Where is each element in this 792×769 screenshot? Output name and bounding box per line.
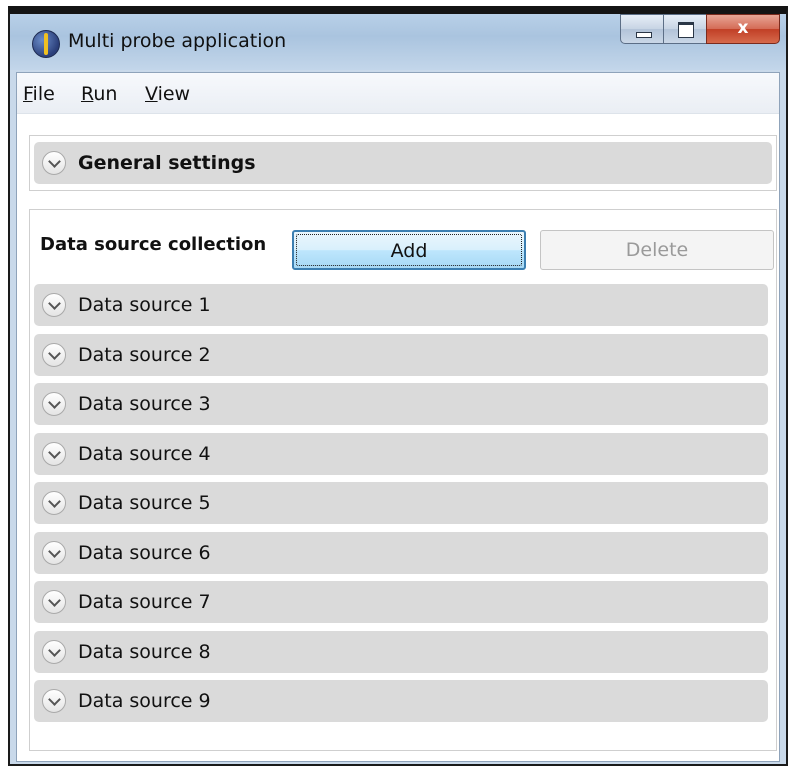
data-source-label: Data source 9 xyxy=(78,690,211,712)
screenshot-background: Multi probe application x File Run View xyxy=(0,0,792,769)
delete-button[interactable]: Delete xyxy=(540,230,774,270)
data-source-expander-1[interactable]: Data source 1 xyxy=(34,284,768,326)
focus-rectangle xyxy=(296,234,522,266)
close-button[interactable]: x xyxy=(706,14,780,44)
data-source-label: Data source 3 xyxy=(78,393,211,415)
data-source-expander-5[interactable]: Data source 5 xyxy=(34,482,768,524)
chevron-down-icon[interactable] xyxy=(42,491,66,515)
menu-view[interactable]: View xyxy=(141,81,194,107)
data-source-expander-3[interactable]: Data source 3 xyxy=(34,383,768,425)
data-source-expander-9[interactable]: Data source 9 xyxy=(34,680,768,722)
chevron-down-icon[interactable] xyxy=(42,343,66,367)
menu-view-mnemonic: V xyxy=(145,83,158,105)
menu-run[interactable]: Run xyxy=(77,81,121,107)
data-source-expander-7[interactable]: Data source 7 xyxy=(34,581,768,623)
data-source-label: Data source 8 xyxy=(78,641,211,663)
application-window: Multi probe application x File Run View xyxy=(8,6,788,766)
chevron-down-icon[interactable] xyxy=(42,293,66,317)
menu-view-label: iew xyxy=(157,83,191,105)
chevron-down-icon[interactable] xyxy=(42,640,66,664)
chevron-down-icon[interactable] xyxy=(42,151,66,175)
data-source-collection-panel: Data source collection Add Delete Data s… xyxy=(29,209,777,751)
data-source-expander-8[interactable]: Data source 8 xyxy=(34,631,768,673)
data-source-label: Data source 7 xyxy=(78,591,211,613)
window-controls: x xyxy=(620,14,780,48)
title-bar[interactable]: Multi probe application x xyxy=(10,14,786,70)
menu-file[interactable]: File xyxy=(19,81,59,107)
chevron-down-icon[interactable] xyxy=(42,590,66,614)
maximize-icon xyxy=(678,22,694,38)
data-source-expander-6[interactable]: Data source 6 xyxy=(34,532,768,574)
data-source-expander-2[interactable]: Data source 2 xyxy=(34,334,768,376)
data-source-label: Data source 2 xyxy=(78,344,211,366)
menu-run-mnemonic: R xyxy=(81,83,94,105)
chevron-down-icon[interactable] xyxy=(42,689,66,713)
data-source-label: Data source 1 xyxy=(78,294,211,316)
menu-bar: File Run View xyxy=(17,73,779,114)
chevron-down-icon[interactable] xyxy=(42,392,66,416)
minimize-button[interactable] xyxy=(620,14,664,44)
menu-file-mnemonic: F xyxy=(23,83,33,105)
add-button[interactable]: Add xyxy=(292,230,526,270)
general-settings-panel: General settings xyxy=(29,135,777,191)
data-source-expander-4[interactable]: Data source 4 xyxy=(34,433,768,475)
app-icon xyxy=(32,30,60,58)
data-source-label: Data source 6 xyxy=(78,542,211,564)
general-settings-label: General settings xyxy=(78,152,256,174)
client-area: File Run View General settings Data sour… xyxy=(16,72,780,762)
delete-button-label: Delete xyxy=(625,239,689,261)
menu-file-label: ile xyxy=(32,83,55,105)
chevron-down-icon[interactable] xyxy=(42,541,66,565)
minimize-icon xyxy=(636,32,652,38)
close-icon: x xyxy=(737,18,749,38)
maximize-button[interactable] xyxy=(663,14,707,44)
data-source-label: Data source 5 xyxy=(78,492,211,514)
chevron-down-icon[interactable] xyxy=(42,442,66,466)
general-settings-expander[interactable]: General settings xyxy=(34,142,772,184)
window-title: Multi probe application xyxy=(68,30,287,52)
data-source-label: Data source 4 xyxy=(78,443,211,465)
data-source-collection-label: Data source collection xyxy=(40,234,267,255)
menu-run-label: un xyxy=(93,83,118,105)
